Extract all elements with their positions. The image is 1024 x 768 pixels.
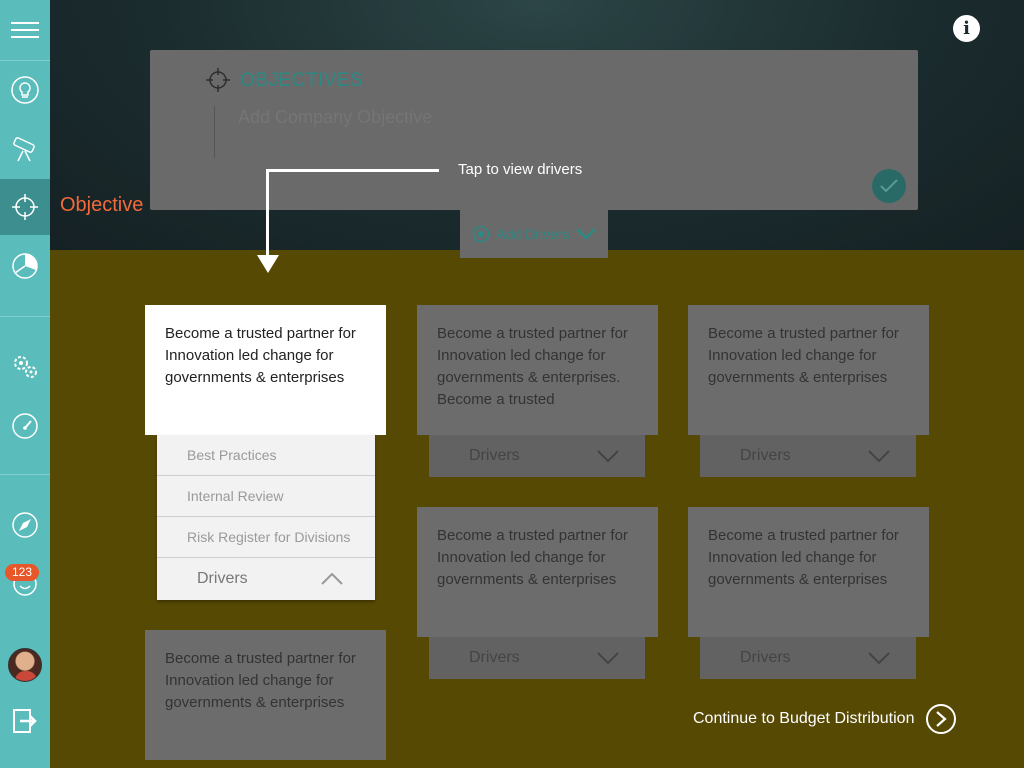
chevron-down-icon — [597, 652, 619, 664]
chevron-up-icon — [321, 573, 343, 585]
drivers-toggle[interactable]: Drivers — [700, 637, 916, 679]
pie-chart-icon — [12, 253, 38, 279]
crosshair-icon — [12, 194, 38, 220]
sidebar-item-settings[interactable] — [0, 338, 50, 394]
drivers-toggle-label: Drivers — [740, 447, 791, 464]
objective-card-text: Become a trusted partner for Innovation … — [165, 650, 356, 711]
notification-badge: 123 — [5, 564, 40, 581]
drivers-dropdown: Best Practices Internal Review Risk Regi… — [157, 435, 375, 600]
gears-icon — [14, 356, 37, 378]
sidebar-divider — [0, 316, 50, 317]
active-section-label: Objective — [60, 194, 144, 216]
drivers-toggle-label: Drivers — [740, 649, 791, 666]
objective-card-text: Become a trusted partner for Innovation … — [437, 325, 628, 408]
chevron-down-icon — [575, 228, 596, 240]
continue-button[interactable]: Continue to Budget Distribution — [693, 704, 957, 734]
menu-button[interactable] — [0, 2, 50, 58]
drivers-toggle[interactable]: Drivers — [429, 435, 645, 477]
telescope-icon — [13, 137, 35, 162]
lightbulb-icon — [11, 76, 39, 104]
compass-icon — [12, 512, 38, 538]
sidebar-item-vision[interactable] — [0, 120, 50, 176]
crosshair-icon — [206, 68, 230, 92]
objective-card[interactable]: Become a trusted partner for Innovation … — [688, 507, 929, 637]
callout-arrow-icon — [257, 255, 279, 273]
sidebar: 123 — [0, 0, 50, 768]
objective-card-text: Become a trusted partner for Innovation … — [165, 325, 356, 386]
company-objective-input[interactable] — [238, 107, 470, 128]
objective-card[interactable]: Become a trusted partner for Innovation … — [145, 630, 386, 760]
chevron-down-icon — [868, 652, 890, 664]
driver-item[interactable]: Best Practices — [157, 435, 375, 476]
objective-card[interactable]: Become a trusted partner for Innovation … — [145, 305, 386, 435]
drivers-toggle-label: Drivers — [197, 570, 248, 587]
logout-icon — [13, 709, 37, 733]
objectives-title: OBJECTIVES — [240, 70, 364, 91]
continue-label: Continue to Budget Distribution — [693, 710, 915, 727]
sidebar-item-performance[interactable] — [0, 398, 50, 454]
drivers-toggle[interactable]: Drivers — [700, 435, 916, 477]
driver-item[interactable]: Internal Review — [157, 476, 375, 517]
callout-line — [266, 169, 269, 257]
confirm-button[interactable] — [872, 169, 906, 203]
drivers-toggle-label: Drivers — [469, 447, 520, 464]
objective-card-text: Become a trusted partner for Innovation … — [437, 527, 628, 588]
objective-card-text: Become a trusted partner for Innovation … — [708, 325, 899, 386]
avatar[interactable] — [8, 648, 42, 682]
info-button[interactable]: i — [953, 15, 980, 42]
drivers-toggle-label: Drivers — [469, 649, 520, 666]
chevron-down-icon — [868, 450, 890, 462]
chevron-down-icon — [597, 450, 619, 462]
objective-card-text: Become a trusted partner for Innovation … — [708, 527, 899, 588]
info-icon: i — [963, 18, 970, 39]
sidebar-item-explore[interactable] — [0, 497, 50, 553]
objective-card[interactable]: Become a trusted partner for Innovation … — [417, 507, 658, 637]
sidebar-item-ideas[interactable] — [0, 62, 50, 118]
callout-tip: Tap to view drivers — [458, 161, 583, 178]
input-divider — [214, 106, 215, 158]
drivers-toggle[interactable]: Drivers — [429, 637, 645, 679]
logout-button[interactable] — [0, 693, 50, 749]
checkmark-icon — [880, 179, 898, 193]
chevron-right-icon — [926, 704, 957, 734]
add-circle-icon — [473, 225, 490, 243]
sidebar-divider — [0, 60, 50, 61]
add-drivers-button[interactable]: Add Drivers — [460, 210, 608, 258]
sidebar-divider — [0, 474, 50, 475]
menu-icon — [11, 22, 39, 38]
add-drivers-label: Add Drivers — [496, 226, 570, 242]
drivers-toggle[interactable]: Drivers — [157, 558, 375, 600]
callout-line — [267, 169, 439, 172]
sidebar-item-objective[interactable] — [0, 179, 50, 235]
sidebar-item-budget[interactable] — [0, 238, 50, 294]
speedometer-icon — [12, 413, 38, 439]
objective-card[interactable]: Become a trusted partner for Innovation … — [688, 305, 929, 435]
objective-card[interactable]: Become a trusted partner for Innovation … — [417, 305, 658, 435]
driver-item[interactable]: Risk Register for Divisions — [157, 517, 375, 558]
